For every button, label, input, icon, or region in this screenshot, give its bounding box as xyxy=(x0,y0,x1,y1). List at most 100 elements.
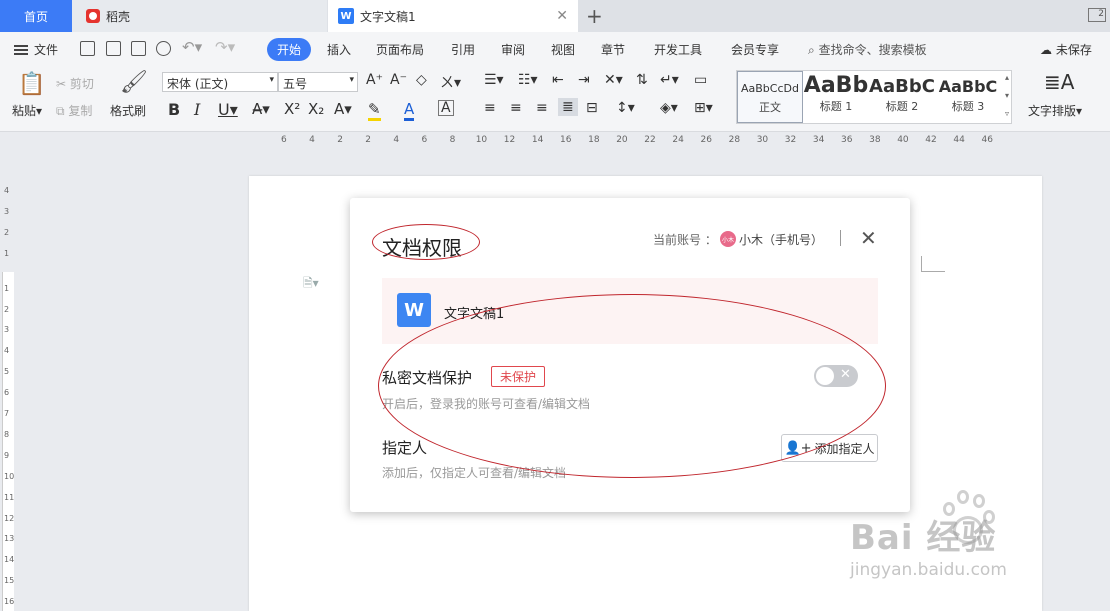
hamburger-icon xyxy=(14,44,28,55)
copy-icon: ⧉ xyxy=(56,104,69,118)
undo-icon[interactable]: ↶▾ xyxy=(182,38,202,56)
tab-review[interactable]: 审阅 xyxy=(501,41,525,58)
highlight-icon[interactable]: ✎ xyxy=(368,100,381,121)
show-marks-icon[interactable]: ↵▾ xyxy=(660,72,679,88)
ribbon-toolbar: 📋 粘贴▾ ✂ 剪切 ⧉ 复制 🖌 格式刷 宋体 (正文) ▾ 五号 ▾ A⁺ A⁻… xyxy=(0,66,1110,132)
avatar: 小木 xyxy=(720,231,736,247)
ruler-tick-label: 24 xyxy=(672,135,684,145)
tab-close-icon[interactable]: ✕ xyxy=(556,8,568,24)
redo-icon[interactable]: ↷▾ xyxy=(215,38,235,56)
ruler-tick-label: 26 xyxy=(700,135,712,145)
new-tab-plus-icon[interactable]: + xyxy=(586,4,603,28)
paste-button[interactable]: 粘贴▾ xyxy=(12,102,42,119)
tab-daoke[interactable]: 稻壳 xyxy=(72,0,327,32)
numbered-list-icon[interactable]: ☷▾ xyxy=(518,72,538,88)
account-name[interactable]: 小木（手机号） xyxy=(739,231,823,248)
phonetic-icon[interactable]: ㄨ▾ xyxy=(440,72,461,92)
style-heading-2[interactable]: AaBbC 标题 2 xyxy=(869,71,935,123)
export-pdf-icon[interactable] xyxy=(106,41,121,56)
ruler-tick-label: 4 xyxy=(309,135,315,145)
paste-icon[interactable]: 📋 xyxy=(18,72,45,97)
tab-insert[interactable]: 插入 xyxy=(327,41,351,58)
settings-annotation-oval xyxy=(378,294,886,478)
ruler-tick-label: 10 xyxy=(4,471,15,481)
format-painter-icon[interactable]: 🖌 xyxy=(120,70,148,95)
tab-view[interactable]: 视图 xyxy=(551,41,575,58)
char-border-icon[interactable]: A xyxy=(438,100,454,116)
font-size-select[interactable]: 五号 ▾ xyxy=(278,72,358,92)
gallery-expand-icon[interactable]: ▿ xyxy=(1005,109,1009,118)
text-effect-icon[interactable]: A▾ xyxy=(334,100,352,118)
style-heading-1[interactable]: AaBb 标题 1 xyxy=(803,71,869,123)
strikethrough-icon[interactable]: A̶▾ xyxy=(252,100,270,118)
style-heading-3[interactable]: AaBbC 标题 3 xyxy=(935,71,1001,123)
line-spacing-icon[interactable]: ↕▾ xyxy=(616,100,635,116)
gallery-scroll-up-icon[interactable]: ▴ xyxy=(1005,73,1009,82)
vertical-ruler[interactable]: 4 3 2 1 1 2 3 4 5 6 7 8 9 10 11 12 13 14 15 16 xyxy=(0,154,18,611)
window-tab-bar: 首页 稻壳 W 文字文稿1 ✕ + 2 xyxy=(0,0,1110,32)
borders-icon[interactable]: ⊞▾ xyxy=(694,100,713,116)
margin-corner-mark xyxy=(921,256,945,272)
ruler-tick-label: 7 xyxy=(4,409,10,418)
tab-home-label: 首页 xyxy=(23,9,48,24)
tab-references[interactable]: 引用 xyxy=(451,41,475,58)
tab-stops-icon[interactable]: ▭ xyxy=(694,72,707,88)
subscript-icon[interactable]: X₂ xyxy=(308,100,324,118)
sort-icon[interactable]: ⇅ xyxy=(636,72,648,88)
tab-home[interactable]: 首页 xyxy=(0,0,72,32)
font-color-icon[interactable]: A xyxy=(404,100,415,121)
justify-icon[interactable]: ≣ xyxy=(558,98,578,116)
text-layout-button[interactable]: 文字排版▾ xyxy=(1028,102,1082,119)
copy-button[interactable]: ⧉ 复制 xyxy=(56,102,92,119)
ruler-tick-label: 1 xyxy=(4,248,10,258)
align-center-icon[interactable]: ≡ xyxy=(510,100,522,116)
tab-document-label: 文字文稿1 xyxy=(360,9,416,24)
bullet-list-icon[interactable]: ☰▾ xyxy=(484,72,504,88)
font-name-select[interactable]: 宋体 (正文) ▾ xyxy=(162,72,278,92)
underline-icon[interactable]: U▾ xyxy=(218,100,238,119)
print-preview-icon[interactable] xyxy=(156,41,171,56)
horizontal-ruler[interactable]: 6 4 2 2 4 6 8 10 12 14 16 18 20 22 24 26 28 30 32 34 36 38 40 4… xyxy=(0,132,1110,154)
cut-button[interactable]: ✂ 剪切 xyxy=(56,75,94,92)
cloud-save-status[interactable]: ☁ 未保存 xyxy=(1040,41,1092,58)
ruler-tick-label: 2 xyxy=(365,135,372,145)
distributed-icon[interactable]: ⊟ xyxy=(586,100,598,116)
bold-icon[interactable]: B xyxy=(168,100,180,119)
dialog-close-icon[interactable]: ✕ xyxy=(860,226,877,250)
ruler-tick-label: 18 xyxy=(588,135,600,145)
text-layout-label: 文字排版 xyxy=(1028,104,1077,118)
tab-document[interactable]: W 文字文稿1 ✕ xyxy=(328,0,578,32)
style-normal[interactable]: AaBbCcDd 正文 xyxy=(737,71,803,123)
text-layout-icon[interactable]: ≣A xyxy=(1044,70,1074,94)
print-icon[interactable] xyxy=(131,41,146,56)
align-right-icon[interactable]: ≡ xyxy=(536,100,548,116)
clear-format-icon[interactable]: ◇ xyxy=(416,72,427,88)
ruler-tick-label: 40 xyxy=(897,135,909,145)
gallery-scroll-down-icon[interactable]: ▾ xyxy=(1005,91,1009,100)
format-painter-button[interactable]: 格式刷 xyxy=(110,102,146,119)
align-left-icon[interactable]: ≡ xyxy=(484,100,496,116)
window-layout-icon[interactable]: 2 xyxy=(1088,8,1106,22)
shading-icon[interactable]: ◈▾ xyxy=(660,100,678,116)
tab-page-layout[interactable]: 页面布局 xyxy=(376,41,424,58)
command-search[interactable]: ⌕ 查找命令、搜索模板 xyxy=(808,41,927,58)
chinese-layout-icon[interactable]: ✕▾ xyxy=(604,72,623,88)
file-menu-button[interactable]: 文件 xyxy=(14,41,58,58)
decrease-indent-icon[interactable]: ⇤ xyxy=(552,72,564,88)
save-icon[interactable] xyxy=(80,41,95,56)
ruler-tick-label: 36 xyxy=(841,135,853,145)
shrink-font-icon[interactable]: A⁻ xyxy=(390,72,407,88)
ruler-tick-label: 34 xyxy=(812,135,825,145)
ruler-tick-label: 8 xyxy=(449,135,456,145)
grow-font-icon[interactable]: A⁺ xyxy=(366,72,383,88)
ruler-tick-label: 38 xyxy=(869,135,881,145)
tab-member[interactable]: 会员专享 xyxy=(731,41,779,58)
paste-label: 粘贴 xyxy=(12,104,37,118)
paragraph-handle-icon[interactable]: 🗎▾ xyxy=(303,274,319,295)
tab-start[interactable]: 开始 xyxy=(267,38,312,61)
tab-chapter[interactable]: 章节 xyxy=(601,41,625,58)
italic-icon[interactable]: I xyxy=(194,100,200,119)
tab-developer[interactable]: 开发工具 xyxy=(654,41,702,58)
increase-indent-icon[interactable]: ⇥ xyxy=(578,72,590,88)
superscript-icon[interactable]: X² xyxy=(284,100,300,118)
